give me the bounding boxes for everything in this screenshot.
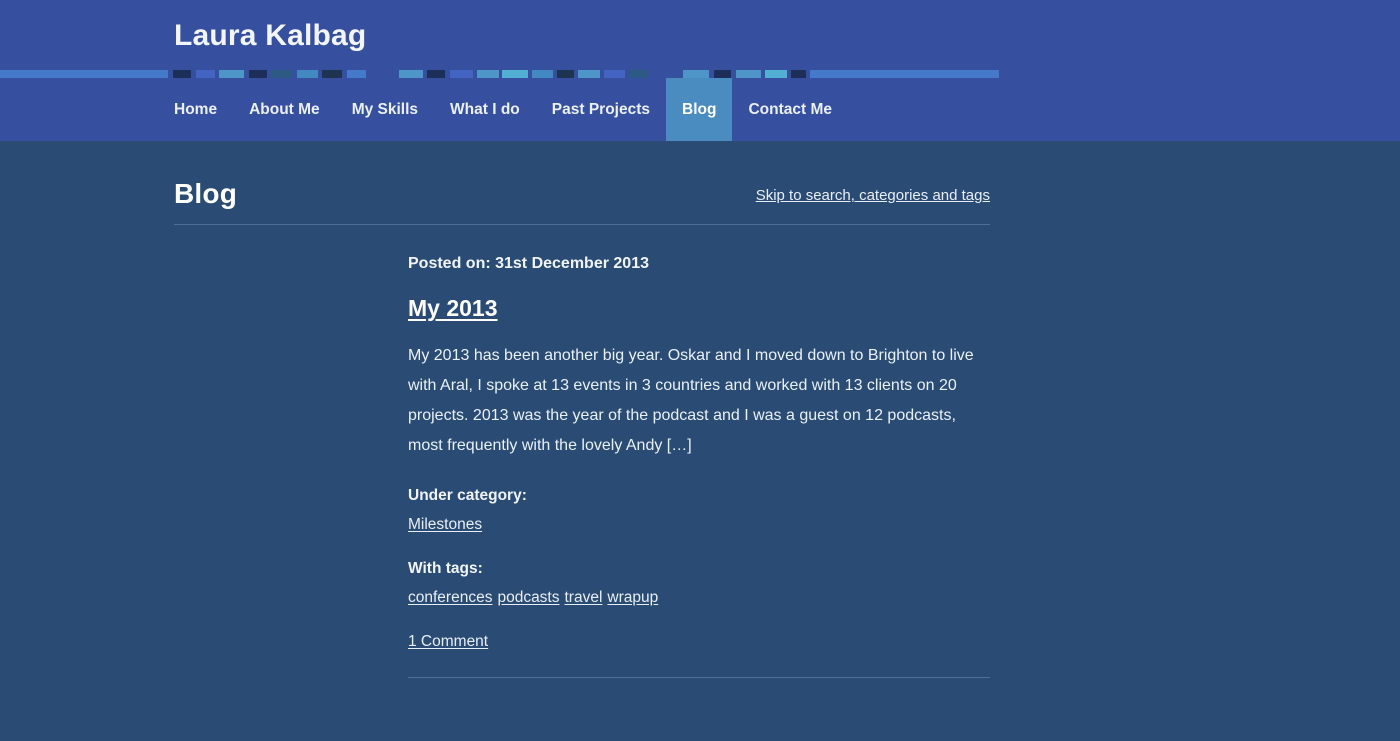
- dash-segment: [713, 70, 732, 78]
- tag-link[interactable]: conferences: [408, 589, 492, 606]
- nav-item-past-projects[interactable]: Past Projects: [536, 78, 666, 141]
- dash-segment: [578, 70, 600, 78]
- dash-segment: [249, 70, 267, 78]
- post-excerpt: My 2013 has been another big year. Oskar…: [408, 346, 974, 454]
- dash-segment: [270, 70, 293, 78]
- dash-segment: [346, 70, 367, 78]
- dash-segment: [0, 70, 169, 78]
- dash-segment: [628, 70, 649, 78]
- dash-segment: [173, 70, 191, 78]
- dash-segment: [322, 70, 342, 78]
- nav-item-contact-me[interactable]: Contact Me: [732, 78, 848, 141]
- tag-links: conferences podcasts travel wrapup: [408, 587, 990, 609]
- blog-post: Posted on: 31st December 2013 My 2013 My…: [408, 225, 990, 678]
- post-date: Posted on: 31st December 2013: [408, 255, 649, 272]
- nav-item-blog[interactable]: Blog: [666, 78, 733, 141]
- dash-segment: [296, 70, 319, 78]
- category-label: Under category:: [408, 486, 527, 504]
- primary-navigation: Home About Me My Skills What I do Past Proje…: [0, 78, 1400, 141]
- nav-item-what-i-do[interactable]: What I do: [434, 78, 536, 141]
- nav-item-my-skills[interactable]: My Skills: [336, 78, 434, 141]
- nav-item-about-me[interactable]: About Me: [233, 78, 336, 141]
- site-header: Laura Kalbag: [0, 0, 1400, 70]
- category-link[interactable]: Milestones: [408, 516, 482, 533]
- dash-segment: [765, 70, 787, 78]
- comments-row: 1 Comment: [408, 633, 990, 678]
- dash-segment: [531, 70, 554, 78]
- dash-segment: [736, 70, 762, 78]
- category-links: Milestones: [408, 514, 990, 536]
- dash-segment: [502, 70, 528, 78]
- dash-segment: [683, 70, 709, 78]
- post-title-link[interactable]: My 2013: [408, 295, 498, 321]
- nav-item-home[interactable]: Home: [158, 78, 233, 141]
- page-header: Blog Skip to search, categories and tags: [174, 141, 990, 225]
- dash-segment: [366, 70, 400, 78]
- dash-segment: [648, 70, 684, 78]
- decorative-dash-band: [0, 70, 1400, 78]
- main-content: Blog Skip to search, categories and tags…: [0, 141, 1400, 678]
- tag-link[interactable]: podcasts: [497, 589, 559, 606]
- comments-link[interactable]: 1 Comment: [408, 633, 488, 650]
- tag-link[interactable]: wrapup: [607, 589, 658, 606]
- dash-segment: [998, 70, 1400, 78]
- dash-segment: [427, 70, 445, 78]
- dash-segment: [603, 70, 626, 78]
- dash-segment: [399, 70, 423, 78]
- tags-label: With tags:: [408, 559, 483, 577]
- tag-link[interactable]: travel: [565, 589, 603, 606]
- site-title: Laura Kalbag: [174, 19, 367, 52]
- dash-segment: [449, 70, 474, 78]
- dash-segment: [477, 70, 499, 78]
- dash-segment: [556, 70, 575, 78]
- skip-to-search-link[interactable]: Skip to search, categories and tags: [756, 187, 990, 204]
- dash-segment: [810, 70, 999, 78]
- dash-segment: [790, 70, 807, 78]
- dash-segment: [195, 70, 216, 78]
- post-title: My 2013: [408, 295, 990, 323]
- dash-segment: [219, 70, 245, 78]
